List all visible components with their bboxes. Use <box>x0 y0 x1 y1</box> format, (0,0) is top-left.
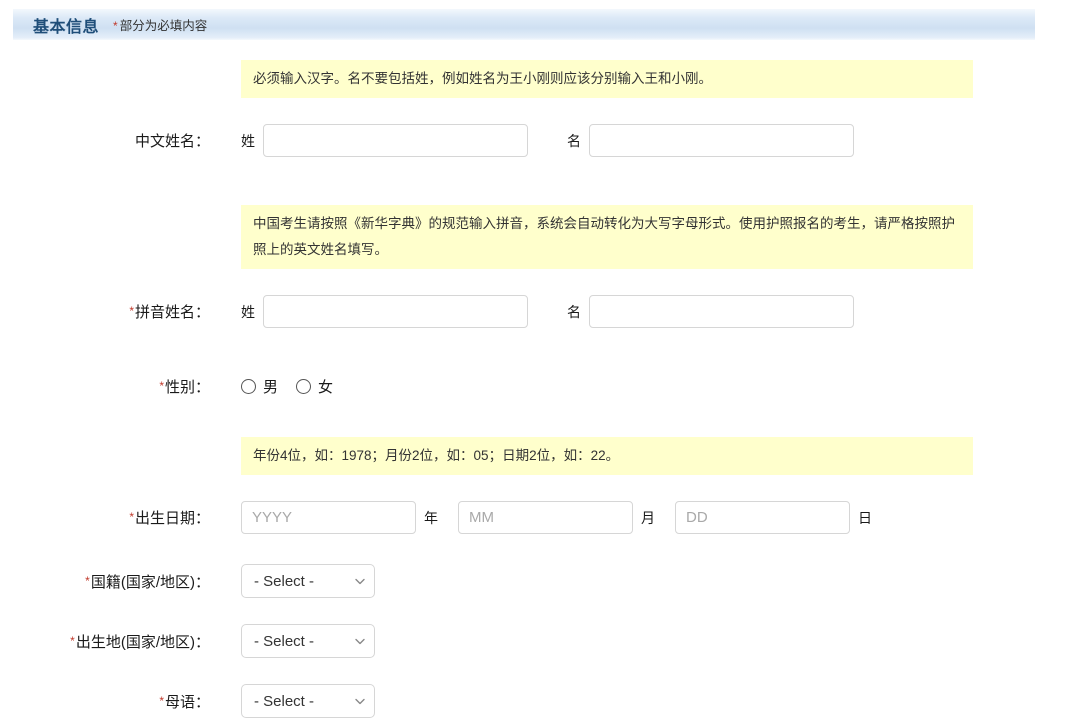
required-asterisk-icon: * <box>159 379 164 393</box>
label-birth-date-text: 出生日期： <box>135 510 210 527</box>
label-gender-text: 性别： <box>165 379 210 396</box>
birth-place-select-wrap[interactable]: - Select - <box>241 624 375 658</box>
row-gender: *性别： 男 女 <box>0 376 1080 397</box>
label-pinyin-name-text: 拼音姓名： <box>135 304 210 321</box>
hint-row-chinese-name: 必须输入汉字。名不要包括姓，例如姓名为王小刚则应该分别输入王和小刚。 <box>0 60 1080 98</box>
nationality-select-wrap[interactable]: - Select - <box>241 564 375 598</box>
label-birth-place: *出生地(国家/地区)： <box>0 631 210 652</box>
label-birth-place-text: 出生地(国家/地区)： <box>76 634 210 651</box>
birth-day-input[interactable] <box>675 501 850 534</box>
row-chinese-name: 中文姓名： 姓 名 <box>0 124 1080 157</box>
gender-option-male-label: 男 <box>263 376 278 397</box>
required-asterisk-icon: * <box>113 19 118 33</box>
row-pinyin-name: *拼音姓名： 姓 名 <box>0 295 1080 328</box>
label-gender: *性别： <box>0 376 210 397</box>
birth-month-input[interactable] <box>458 501 633 534</box>
label-nationality: *国籍(国家/地区)： <box>0 571 210 592</box>
required-asterisk-icon: * <box>159 694 164 708</box>
hint-birth-date: 年份4位，如：1978；月份2位，如：05；日期2位，如：22。 <box>241 437 973 475</box>
gender-radio-group: 男 女 <box>241 376 351 397</box>
spacer <box>0 40 1080 60</box>
form-body: 必须输入汉字。名不要包括姓，例如姓名为王小刚则应该分别输入王和小刚。 中文姓名：… <box>0 40 1080 718</box>
label-nationality-text: 国籍(国家/地区)： <box>91 574 210 591</box>
sublabel-pinyin-given-name: 名 <box>567 302 581 322</box>
spacer <box>0 658 1080 684</box>
spacer <box>0 534 1080 564</box>
required-asterisk-icon: * <box>129 304 134 318</box>
unit-year-label: 年 <box>424 508 438 528</box>
field-pinyin-name: 姓 名 <box>241 295 854 328</box>
radio-circle-icon[interactable] <box>296 379 311 394</box>
chinese-given-name-input[interactable] <box>589 124 854 157</box>
label-chinese-name: 中文姓名： <box>0 130 210 151</box>
spacer <box>0 598 1080 624</box>
label-pinyin-name: *拼音姓名： <box>0 301 210 322</box>
basic-info-form-page: 基本信息 * 部分为必填内容 必须输入汉字。名不要包括姓，例如姓名为王小刚则应该… <box>0 0 1080 724</box>
spacer <box>0 269 1080 295</box>
hint-pinyin-name: 中国考生请按照《新华字典》的规范输入拼音，系统会自动转化为大写字母形式。使用护照… <box>241 205 973 269</box>
required-asterisk-icon: * <box>129 510 134 524</box>
hint-row-pinyin-name: 中国考生请按照《新华字典》的规范输入拼音，系统会自动转化为大写字母形式。使用护照… <box>0 205 1080 269</box>
label-native-language: *母语： <box>0 691 210 712</box>
spacer <box>0 98 1080 124</box>
section-title: 基本信息 <box>33 13 99 37</box>
label-birth-date: *出生日期： <box>0 507 210 528</box>
pinyin-surname-input[interactable] <box>263 295 528 328</box>
spacer <box>0 328 1080 376</box>
birth-place-select[interactable]: - Select - <box>241 624 375 658</box>
field-chinese-name: 姓 名 <box>241 124 854 157</box>
spacer <box>0 475 1080 501</box>
row-nationality: *国籍(国家/地区)： - Select - <box>0 564 1080 598</box>
native-language-select-wrap[interactable]: - Select - <box>241 684 375 718</box>
spacer <box>0 157 1080 205</box>
field-birth-place: - Select - <box>241 624 375 658</box>
section-header: 基本信息 * 部分为必填内容 <box>13 9 1035 40</box>
nationality-select[interactable]: - Select - <box>241 564 375 598</box>
sublabel-pinyin-surname: 姓 <box>241 302 255 322</box>
gender-option-female[interactable]: 女 <box>296 376 333 397</box>
field-birth-date: 年 月 日 <box>241 501 892 534</box>
row-native-language: *母语： - Select - <box>0 684 1080 718</box>
unit-day-label: 日 <box>858 508 872 528</box>
row-birth-place: *出生地(国家/地区)： - Select - <box>0 624 1080 658</box>
pinyin-given-name-input[interactable] <box>589 295 854 328</box>
hint-row-birth-date: 年份4位，如：1978；月份2位，如：05；日期2位，如：22。 <box>0 437 1080 475</box>
row-birth-date: *出生日期： 年 月 日 <box>0 501 1080 534</box>
native-language-select[interactable]: - Select - <box>241 684 375 718</box>
birth-year-input[interactable] <box>241 501 416 534</box>
field-nationality: - Select - <box>241 564 375 598</box>
unit-month-label: 月 <box>641 508 655 528</box>
field-native-language: - Select - <box>241 684 375 718</box>
chinese-surname-input[interactable] <box>263 124 528 157</box>
required-asterisk-icon: * <box>70 634 75 648</box>
label-chinese-name-text: 中文姓名： <box>135 133 210 150</box>
label-native-language-text: 母语： <box>165 694 210 711</box>
field-gender: 男 女 <box>241 376 351 397</box>
section-required-note-text: 部分为必填内容 <box>120 15 208 34</box>
sublabel-chinese-surname: 姓 <box>241 131 255 151</box>
gender-option-male[interactable]: 男 <box>241 376 278 397</box>
spacer <box>0 397 1080 437</box>
hint-chinese-name: 必须输入汉字。名不要包括姓，例如姓名为王小刚则应该分别输入王和小刚。 <box>241 60 973 98</box>
section-required-note: * 部分为必填内容 <box>113 15 207 34</box>
required-asterisk-icon: * <box>85 574 90 588</box>
gender-option-female-label: 女 <box>318 376 333 397</box>
radio-circle-icon[interactable] <box>241 379 256 394</box>
sublabel-chinese-given-name: 名 <box>567 131 581 151</box>
